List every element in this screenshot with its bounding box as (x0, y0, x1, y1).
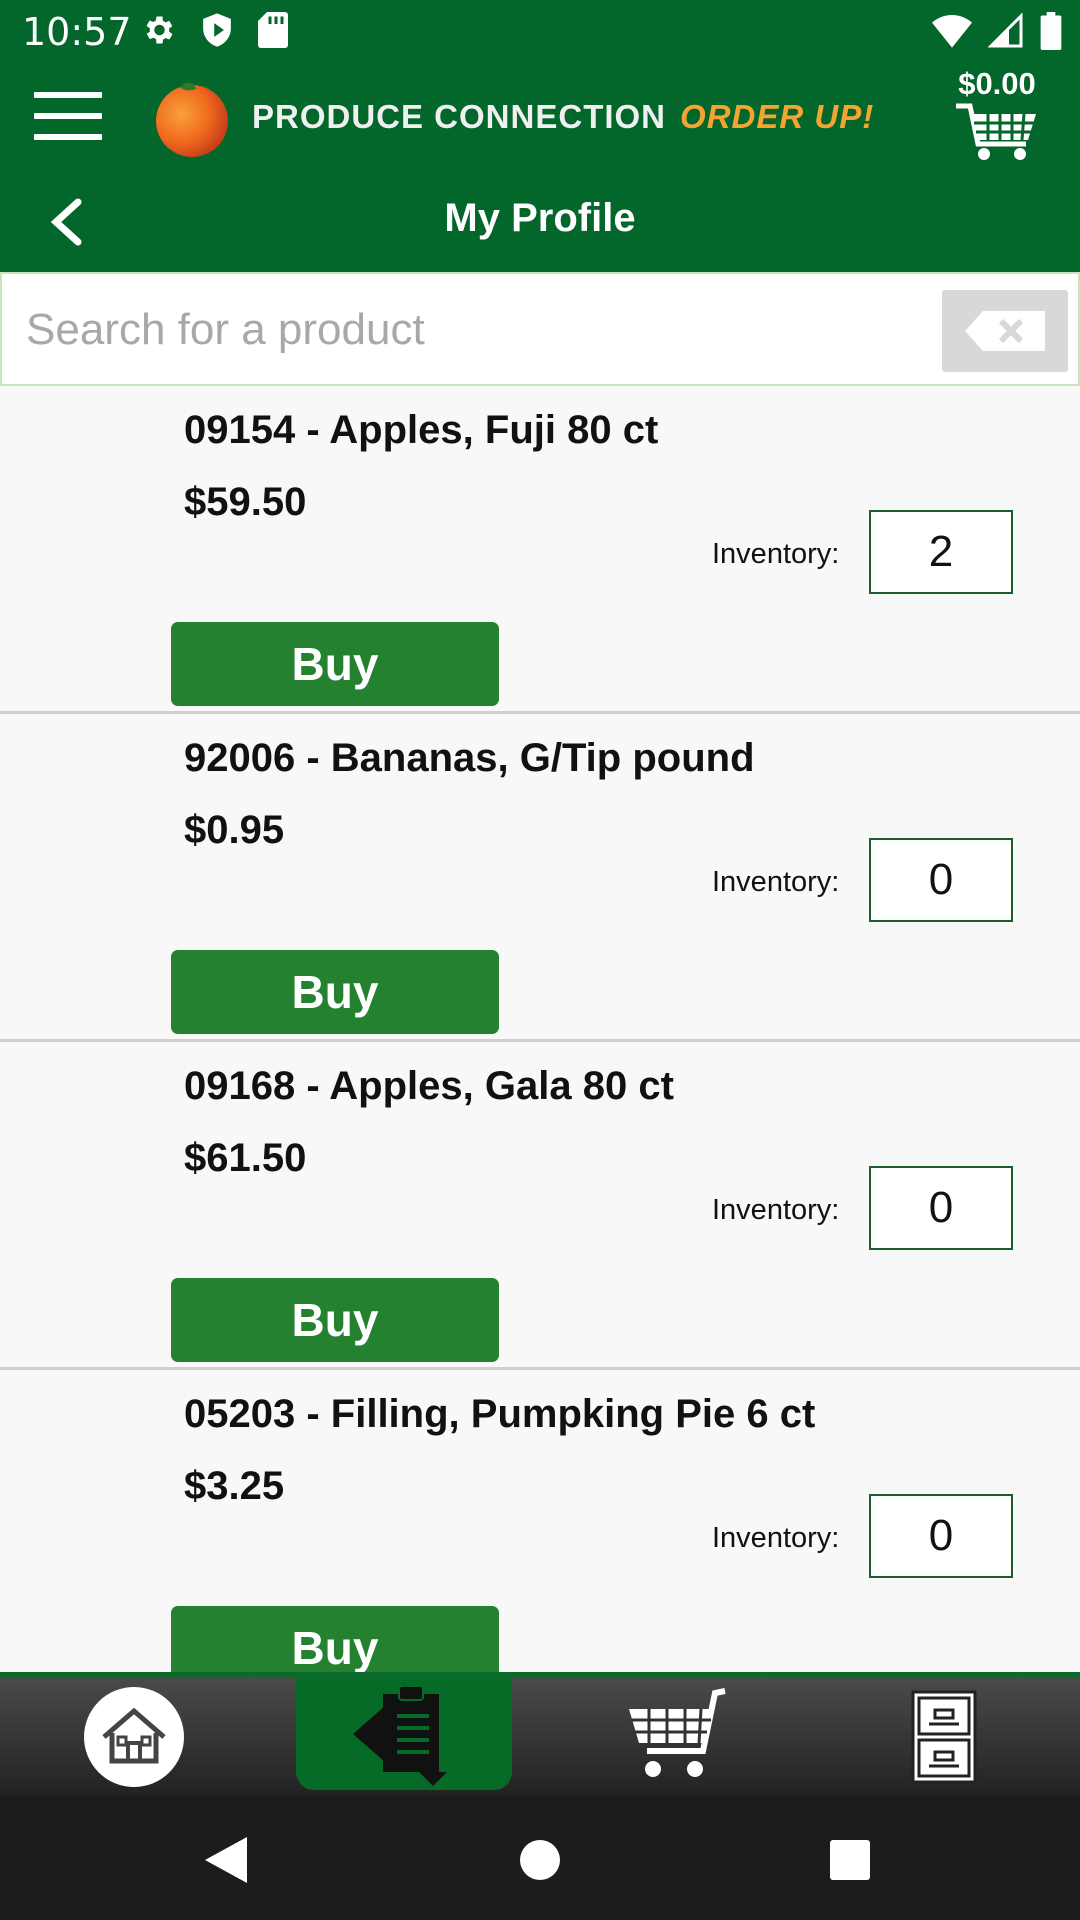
product-list: 09154 - Apples, Fuji 80 ct $59.50 Invent… (0, 386, 1080, 1672)
menu-line (34, 92, 102, 98)
status-time: 10:57 (22, 10, 132, 54)
home-circle-icon (520, 1840, 560, 1880)
inventory-label: Inventory: (712, 866, 840, 898)
back-triangle-icon (205, 1837, 247, 1883)
product-price: $59.50 (184, 480, 307, 524)
page-title: My Profile (444, 196, 636, 240)
hamburger-menu-icon[interactable] (34, 92, 102, 142)
home-icon (84, 1687, 184, 1787)
menu-line (34, 134, 102, 140)
product-name: 09154 - Apples, Fuji 80 ct (184, 408, 659, 452)
product-item: 09168 - Apples, Gala 80 ct $61.50 Invent… (0, 1042, 1080, 1370)
clear-search-button[interactable] (942, 290, 1068, 372)
bottom-nav (0, 1672, 1080, 1796)
cart-icon (629, 1688, 726, 1777)
app-logo: PRODUCE CONNECTION ORDER UP! (150, 72, 874, 162)
recents-square-icon (830, 1840, 870, 1880)
product-name: 92006 - Bananas, G/Tip pound (184, 736, 755, 780)
sd-card-icon (258, 12, 288, 48)
product-item: 09154 - Apples, Fuji 80 ct $59.50 Invent… (0, 386, 1080, 714)
inventory-input[interactable] (869, 1166, 1013, 1250)
buy-button[interactable]: Buy (171, 950, 499, 1034)
system-back-button[interactable] (196, 1830, 256, 1890)
title-bar: My Profile (0, 172, 1080, 272)
inventory-input[interactable] (869, 1494, 1013, 1578)
search-input[interactable] (26, 298, 906, 362)
buy-button[interactable]: Buy (171, 1278, 499, 1362)
product-price: $0.95 (184, 808, 285, 852)
buy-button[interactable]: Buy (171, 622, 499, 706)
menu-line (34, 113, 102, 119)
nav-home-button[interactable] (26, 1678, 242, 1796)
product-item: 92006 - Bananas, G/Tip pound $0.95 Inven… (0, 714, 1080, 1042)
inventory-label: Inventory: (712, 1194, 840, 1226)
product-price: $3.25 (184, 1464, 285, 1508)
status-left-icons (140, 12, 288, 48)
header-cart-button[interactable]: $0.00 (942, 66, 1052, 169)
cart-total-amount: $0.00 (958, 66, 1036, 101)
cart-icon (956, 103, 1036, 160)
status-bar: 10:57 (0, 0, 1080, 62)
inventory-input[interactable] (869, 838, 1013, 922)
file-cabinet-icon (911, 1690, 977, 1784)
wifi-icon (932, 15, 972, 48)
nav-cart-button[interactable] (566, 1678, 782, 1796)
product-name: 09168 - Apples, Gala 80 ct (184, 1064, 674, 1108)
signal-icon (988, 13, 1023, 48)
buy-button[interactable]: Buy (171, 1606, 499, 1672)
order-guide-icon (353, 1685, 447, 1786)
inventory-label: Inventory: (712, 1522, 840, 1554)
peach-logo-icon (156, 82, 228, 157)
battery-icon (1040, 12, 1062, 50)
search-bar (0, 272, 1080, 386)
system-recents-button[interactable] (820, 1830, 880, 1890)
logo-tagline-text: ORDER UP! (680, 98, 875, 135)
shield-icon (203, 13, 231, 47)
inventory-input[interactable] (869, 510, 1013, 594)
app-header: PRODUCE CONNECTION ORDER UP! $0.00 (0, 62, 1080, 172)
product-name: 05203 - Filling, Pumpking Pie 6 ct (184, 1392, 816, 1436)
nav-file-cabinet-button[interactable] (836, 1678, 1052, 1796)
backspace-clear-icon (965, 311, 1045, 351)
nav-order-guide-button[interactable] (296, 1678, 512, 1790)
logo-brand-text: PRODUCE CONNECTION (252, 98, 667, 135)
system-nav-bar (0, 1796, 1080, 1920)
product-item: 05203 - Filling, Pumpking Pie 6 ct $3.25… (0, 1370, 1080, 1672)
gear-icon (146, 16, 173, 44)
system-home-button[interactable] (510, 1830, 570, 1890)
status-right-icons (932, 12, 1062, 50)
inventory-label: Inventory: (712, 538, 840, 570)
product-price: $61.50 (184, 1136, 307, 1180)
